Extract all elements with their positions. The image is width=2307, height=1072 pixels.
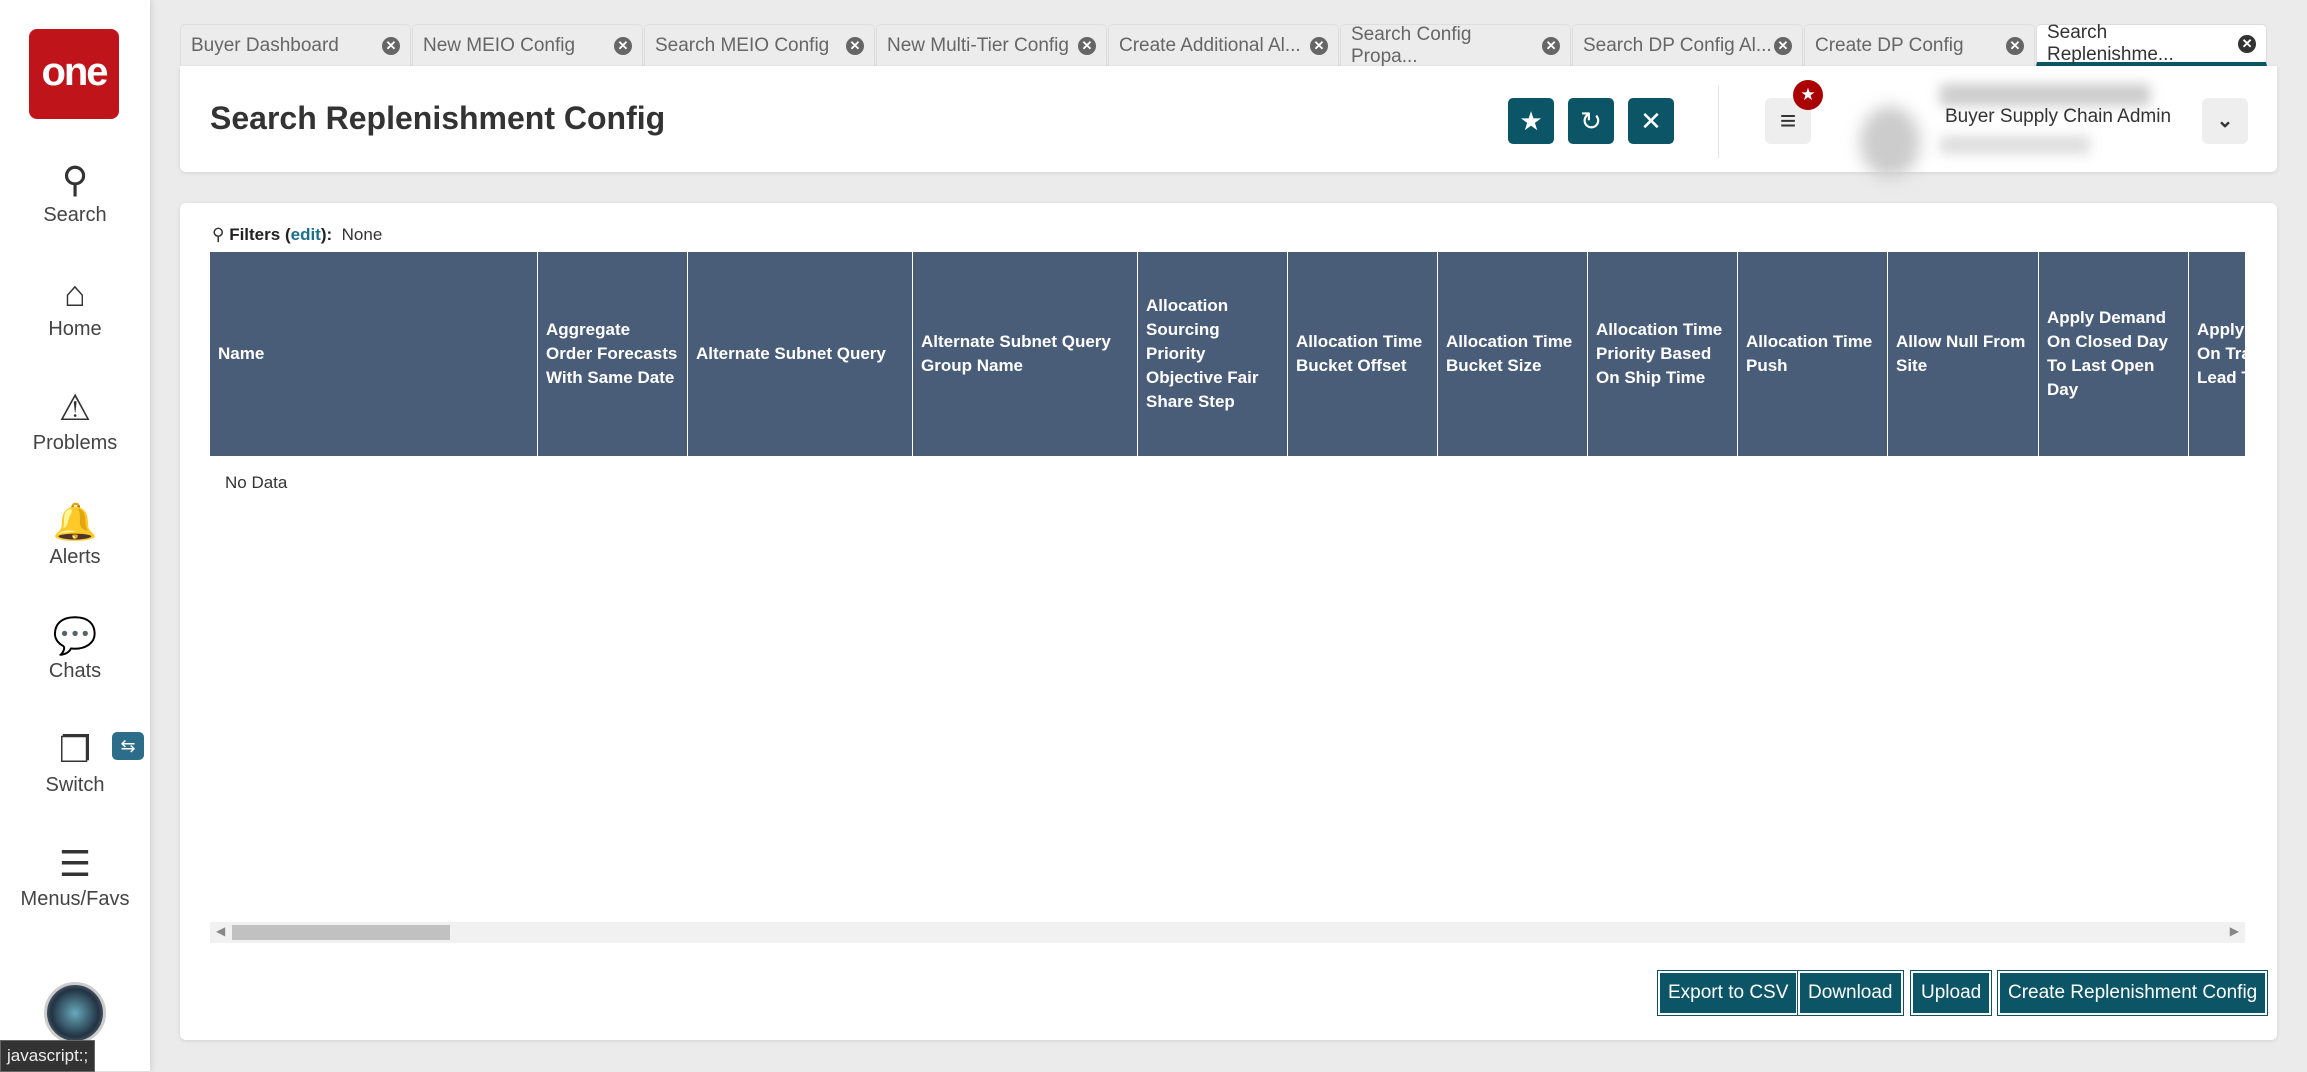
tab-label: Create DP Config [1815, 34, 1964, 56]
favorites-badge-star-icon: ★ [1793, 80, 1823, 110]
column-header[interactable]: Name [210, 252, 538, 456]
close-tab-icon[interactable]: ✕ [1078, 36, 1096, 55]
bell-icon: 🔔 [52, 501, 98, 542]
tab-item[interactable]: Search Config Propa... ✕ [1340, 23, 1571, 67]
sidebar-item-label: Search [43, 204, 107, 226]
favorite-button[interactable]: ★ [1508, 98, 1554, 144]
tab-label: New Multi-Tier Config [887, 34, 1069, 56]
filters-edit-link[interactable]: edit [291, 225, 321, 244]
user-org-blurred [1940, 136, 2090, 154]
tab-label: Search Replenishme... [2047, 21, 2174, 65]
close-tab-icon[interactable]: ✕ [1542, 36, 1560, 55]
refresh-icon: ↻ [1580, 106, 1602, 136]
close-tab-icon[interactable]: ✕ [2006, 36, 2024, 55]
tab-label: Search Config Propa... [1351, 23, 1472, 67]
sidebar-item-menus-favs[interactable]: ☰ Menus/Favs [0, 844, 150, 911]
sidebar-item-problems[interactable]: ⚠ Problems [0, 388, 150, 455]
sidebar-item-label: Menus/Favs [20, 888, 130, 910]
tab-item[interactable]: Search DP Config Al... ✕ [1572, 24, 1803, 66]
scroll-right-icon[interactable]: ▶ [2230, 924, 2239, 938]
close-icon: ✕ [1640, 106, 1662, 136]
upload-button[interactable]: Upload [1909, 970, 1993, 1016]
tab-bar: Buyer Dashboard ✕ New MEIO Config ✕ Search M… [180, 21, 2268, 67]
column-header[interactable]: Alternate Subnet Query [688, 252, 913, 456]
assistant-avatar[interactable] [44, 982, 106, 1044]
column-header[interactable]: Apply Shipment On Transport Lead Time [2189, 252, 2245, 456]
column-header[interactable]: Allocation Sourcing Priority Objective F… [1138, 252, 1288, 456]
create-replenishment-config-button[interactable]: Create Replenishment Config [1996, 970, 2269, 1016]
tab-item[interactable]: Create Additional Al... ✕ [1108, 24, 1339, 66]
user-name-blurred [1940, 84, 2150, 106]
sidebar-item-label: Switch [45, 774, 105, 796]
filters-bar: ⚲ Filters (edit): None [212, 225, 383, 244]
scroll-left-icon[interactable]: ◀ [216, 924, 225, 938]
tab-label: Search DP Config Al... [1583, 34, 1772, 56]
tab-label: Buyer Dashboard [191, 34, 339, 56]
tab-item[interactable]: Buyer Dashboard ✕ [180, 24, 411, 66]
close-tab-icon[interactable]: ✕ [1310, 36, 1328, 55]
tab-item[interactable]: Search Replenishme... ✕ [2036, 21, 2267, 66]
user-dropdown-button[interactable]: ⌄ [2202, 98, 2248, 144]
column-header[interactable]: Alternate Subnet Query Group Name [913, 252, 1138, 456]
warning-icon: ⚠ [58, 387, 92, 428]
divider [1718, 86, 1719, 158]
close-tab-icon[interactable]: ✕ [846, 36, 864, 55]
tab-label: New MEIO Config [423, 34, 576, 56]
column-header[interactable]: Allocation Time Push [1738, 252, 1888, 456]
table-header: Name Aggregate Order Forecasts With Same … [210, 252, 2245, 456]
user-avatar [1860, 106, 1920, 178]
switch-arrows-icon[interactable]: ⇆ [112, 732, 144, 760]
scrollbar-thumb[interactable] [232, 925, 450, 940]
chevron-down-icon: ⌄ [2216, 110, 2234, 132]
refresh-button[interactable]: ↻ [1568, 98, 1614, 144]
hamburger-icon: ≡ [1779, 105, 1797, 136]
no-data-message: No Data [225, 473, 288, 492]
column-header[interactable]: Allow Null From Site [1888, 252, 2039, 456]
page-header: Search Replenishment Config ★ ↻ ✕ ≡ ★ Bu… [180, 66, 2277, 178]
sidebar-item-label: Chats [48, 660, 102, 682]
tab-item[interactable]: New MEIO Config ✕ [412, 24, 643, 66]
user-role: Buyer Supply Chain Admin [1945, 106, 2172, 127]
export-csv-button[interactable]: Export to CSV [1656, 970, 1800, 1016]
tab-item[interactable]: New Multi-Tier Config ✕ [876, 24, 1107, 66]
close-tab-icon[interactable]: ✕ [1774, 36, 1792, 55]
close-button[interactable]: ✕ [1628, 98, 1674, 144]
star-icon: ★ [1519, 106, 1543, 136]
sidebar-item-chats[interactable]: 💬 Chats [0, 616, 150, 683]
column-header[interactable]: Aggregate Order Forecasts With Same Date [538, 252, 688, 456]
sidebar-item-label: Problems [32, 432, 118, 454]
tab-item[interactable]: Search MEIO Config ✕ [644, 24, 875, 66]
column-header[interactable]: Allocation Time Bucket Offset [1288, 252, 1438, 456]
column-header[interactable]: Allocation Time Priority Based On Ship T… [1588, 252, 1738, 456]
horizontal-scrollbar[interactable]: ◀ ▶ [210, 922, 2245, 943]
page-title: Search Replenishment Config [210, 100, 666, 136]
status-bar-url: javascript:; [0, 1040, 96, 1072]
home-icon: ⌂ [64, 273, 86, 314]
sidebar-item-label: Alerts [49, 546, 101, 568]
search-icon: ⚲ [61, 159, 89, 200]
column-header[interactable]: Allocation Time Bucket Size [1438, 252, 1588, 456]
sidebar-item-alerts[interactable]: 🔔 Alerts [0, 502, 150, 569]
close-tab-icon[interactable]: ✕ [614, 36, 632, 55]
menu-icon: ☰ [58, 843, 92, 884]
column-header[interactable]: Apply Demand On Closed Day To Last Open … [2039, 252, 2189, 456]
download-button[interactable]: Download [1797, 970, 1904, 1016]
one-logo[interactable]: one [29, 29, 119, 119]
chat-icon: 💬 [52, 615, 98, 656]
tab-item[interactable]: Create DP Config ✕ [1804, 24, 2035, 66]
search-icon: ⚲ [212, 225, 225, 244]
tab-label: Create Additional Al... [1119, 34, 1301, 56]
main-panel: ⚲ Filters (edit): None Name Aggregate Ord… [180, 203, 2277, 1040]
filters-value: None [341, 225, 383, 244]
results-table: Name Aggregate Order Forecasts With Same … [210, 252, 2245, 456]
close-tab-icon[interactable]: ✕ [2238, 34, 2256, 53]
close-tab-icon[interactable]: ✕ [382, 36, 400, 55]
sidebar: one ⚲ Search ⌂ Home ⚠ Problems 🔔 Alerts 💬 Cha… [0, 0, 150, 1071]
tab-label: Search MEIO Config [655, 34, 830, 56]
filters-label: Filters [229, 225, 281, 244]
sidebar-item-label: Home [48, 318, 102, 340]
sidebar-item-home[interactable]: ⌂ Home [0, 274, 150, 341]
sidebar-item-search[interactable]: ⚲ Search [0, 160, 150, 227]
